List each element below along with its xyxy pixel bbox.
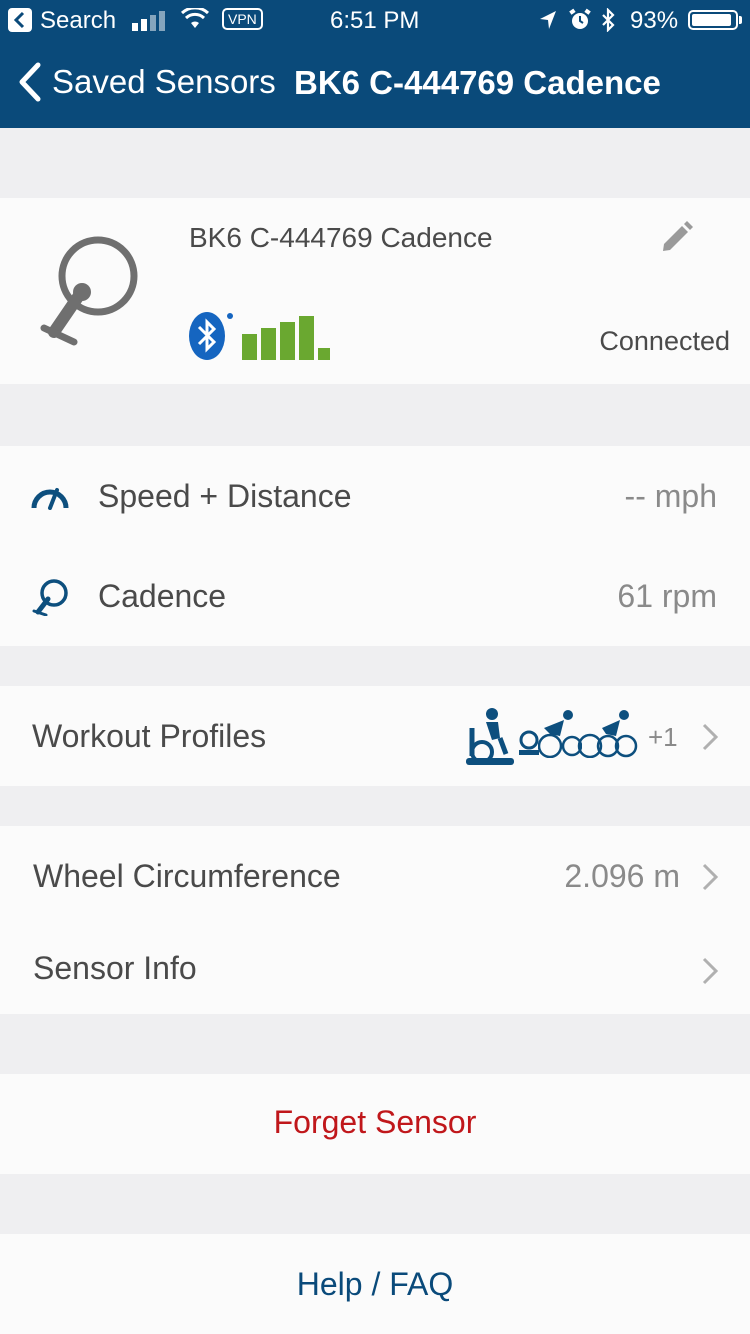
settings-section: Wheel Circumference 2.096 m Sensor Info — [0, 826, 750, 1014]
metric-label: Speed + Distance — [98, 478, 352, 514]
profiles-extra-count: +1 — [648, 722, 678, 752]
connection-status: Connected — [599, 326, 730, 356]
wheel-circumference-row[interactable]: Wheel Circumference 2.096 m — [0, 826, 750, 926]
nav-bar: Saved Sensors BK6 C-444769 Cadence — [0, 40, 750, 128]
cadence-icon — [32, 579, 68, 616]
chevron-right-icon — [702, 957, 719, 985]
metric-value: -- mph — [624, 478, 717, 514]
vpn-badge: VPN — [222, 8, 263, 30]
battery-icon — [688, 10, 742, 30]
sensor-name: BK6 C-444769 Cadence — [189, 222, 493, 253]
sensor-card: BK6 C-444769 Cadence Connected — [0, 198, 750, 384]
cycling-icon — [577, 710, 638, 758]
metric-value: 61 rpm — [617, 578, 717, 614]
setting-label: Sensor Info — [33, 950, 197, 986]
metric-row-speed: Speed + Distance -- mph — [0, 446, 750, 546]
battery-percent: 93% — [630, 7, 679, 34]
status-bar: Search VPN 6:51 PM 93% — [0, 0, 750, 40]
wifi-icon — [180, 6, 210, 37]
help-faq-link[interactable]: Help / FAQ — [0, 1234, 750, 1334]
cellular-signal-icon — [132, 9, 168, 38]
chevron-left-icon — [19, 62, 41, 102]
stationary-bike-icon — [466, 708, 514, 765]
edit-pencil-icon[interactable] — [658, 218, 694, 254]
page-title: BK6 C-444769 Cadence — [294, 64, 661, 101]
sensor-info-row[interactable]: Sensor Info — [0, 926, 750, 1014]
metric-label: Cadence — [98, 578, 227, 614]
workout-profiles-row[interactable]: Workout Profiles +1 — [0, 686, 750, 786]
bluetooth-status-icon — [600, 7, 616, 39]
battery-fill — [692, 14, 732, 26]
chevron-right-icon — [702, 723, 719, 751]
chevron-right-icon — [702, 863, 719, 891]
back-app-label[interactable]: Search — [40, 7, 116, 35]
back-label: Saved Sensors — [52, 63, 276, 100]
back-button[interactable]: Saved Sensors — [16, 62, 276, 102]
metrics-section: Speed + Distance -- mph Cadence 61 rpm — [0, 446, 750, 646]
speedometer-icon — [31, 488, 69, 510]
cadence-sensor-icon — [40, 236, 138, 346]
metric-row-cadence: Cadence 61 rpm — [0, 546, 750, 646]
forget-sensor-label: Forget Sensor — [273, 1104, 477, 1140]
signal-strength-icon — [242, 316, 330, 360]
alarm-icon — [568, 8, 592, 39]
bluetooth-icon — [189, 312, 233, 360]
location-icon — [538, 9, 558, 38]
help-faq-label: Help / FAQ — [296, 1266, 454, 1302]
forget-sensor-button[interactable]: Forget Sensor — [0, 1074, 750, 1174]
setting-value: 2.096 m — [564, 858, 680, 894]
status-time: 6:51 PM — [330, 7, 420, 34]
setting-label: Wheel Circumference — [33, 858, 341, 894]
back-to-app-icon[interactable] — [8, 8, 32, 39]
workout-profiles-label: Workout Profiles — [32, 718, 267, 754]
